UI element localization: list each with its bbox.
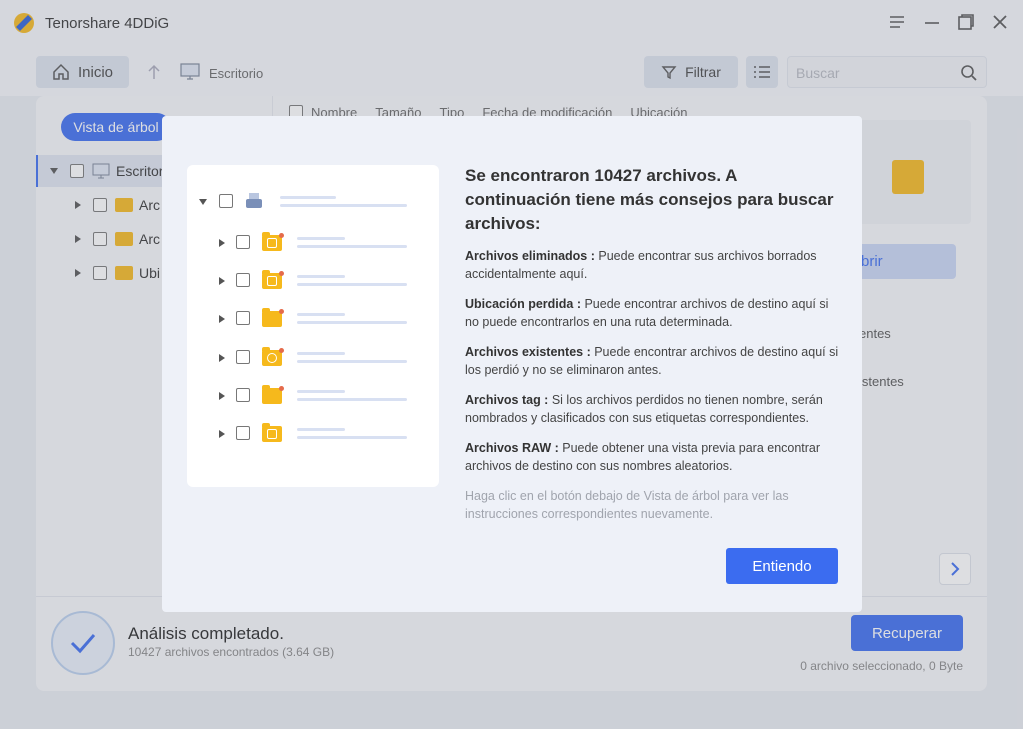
illustration-row [187, 308, 439, 329]
illustration-checkbox [236, 426, 250, 440]
raw-folder-icon [262, 423, 282, 442]
tip-term: Archivos existentes : [465, 345, 591, 359]
tag-folder-icon [262, 385, 284, 404]
drive-icon [246, 193, 262, 208]
illustration-checkbox [219, 194, 233, 208]
existing-folder-icon [262, 308, 284, 327]
tip-term: Archivos tag : [465, 393, 549, 407]
tip-term: Ubicación perdida : [465, 297, 581, 311]
tips-dialog: Se encontraron 10427 archivos. A continu… [162, 116, 862, 612]
expand-arrow-icon [219, 315, 225, 323]
illustration-checkbox [236, 273, 250, 287]
illustration-row [187, 232, 439, 253]
expand-arrow-icon [219, 392, 225, 400]
illustration-row [187, 270, 439, 291]
expand-arrow-icon [219, 239, 225, 247]
expand-arrow-icon [219, 277, 225, 285]
tip-term: Archivos eliminados : [465, 249, 595, 263]
tip-term: Archivos RAW : [465, 441, 559, 455]
tip-raw: Archivos RAW : Puede obtener una vista p… [465, 439, 845, 475]
expand-arrow-icon [199, 199, 207, 205]
tip-existing: Archivos existentes : Puede encontrar ar… [465, 343, 845, 379]
illustration-row [187, 347, 439, 368]
understand-button[interactable]: Entiendo [726, 548, 838, 584]
illustration-row [187, 423, 439, 444]
illustration-checkbox [236, 235, 250, 249]
tip-lost-location: Ubicación perdida : Puede encontrar arch… [465, 295, 845, 331]
expand-arrow-icon [219, 354, 225, 362]
illustration-checkbox [236, 350, 250, 364]
illustration-checkbox [236, 311, 250, 325]
expand-arrow-icon [219, 430, 225, 438]
lost-folder-icon [262, 347, 284, 366]
deleted-folder-icon [262, 232, 284, 251]
dialog-title: Se encontraron 10427 archivos. A continu… [465, 166, 834, 233]
tip-tag: Archivos tag : Si los archivos perdidos … [465, 391, 845, 427]
illustration-root-row [187, 192, 439, 212]
tree-illustration [187, 165, 439, 487]
dialog-hint: Haga clic en el botón debajo de Vista de… [465, 489, 789, 521]
tip-deleted: Archivos eliminados : Puede encontrar su… [465, 247, 845, 283]
illustration-checkbox [236, 388, 250, 402]
illustration-row [187, 385, 439, 406]
location-folder-icon [262, 270, 284, 289]
